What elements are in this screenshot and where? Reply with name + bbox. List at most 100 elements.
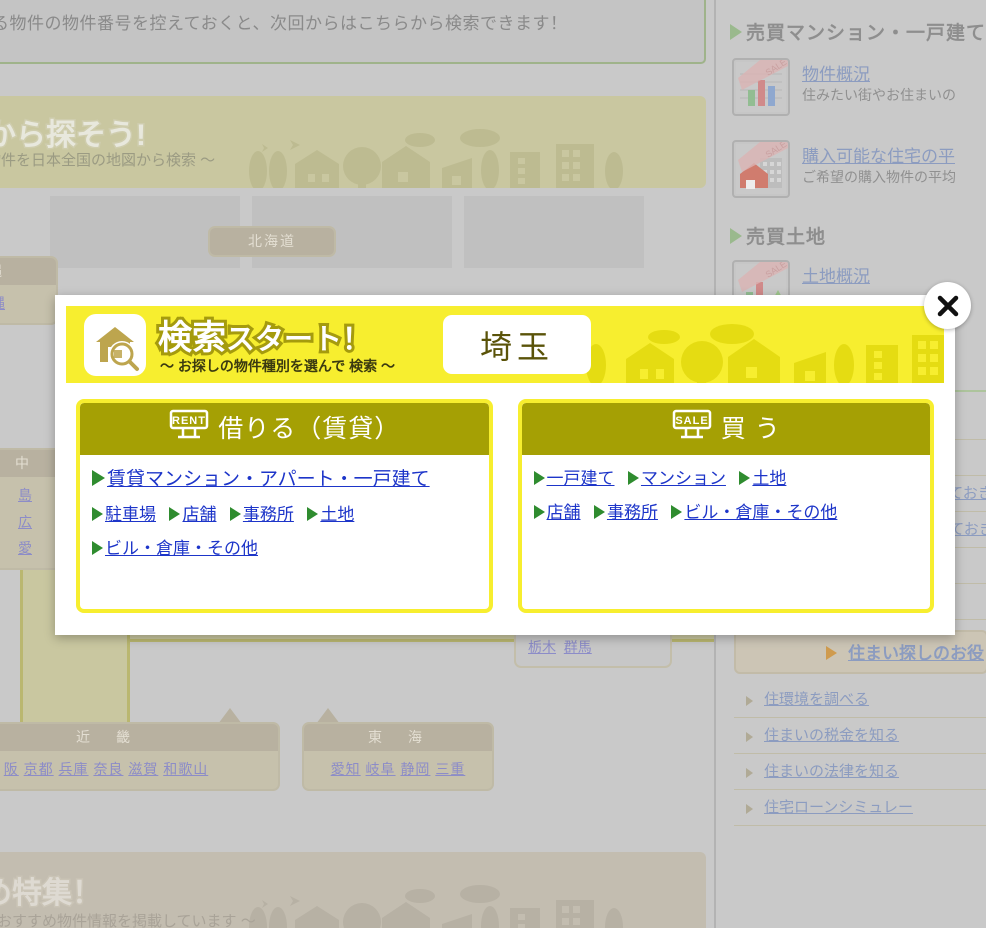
map-region-kinki-links[interactable]: 阪 京都 兵庫 奈良 滋賀 和歌山 <box>0 751 278 789</box>
panel-rent-row-0: 賃貸マンション・アパート・一戸建て <box>92 464 483 491</box>
rent-sign-icon: RENT <box>168 405 210 457</box>
map-link-tochigi[interactable]: 栃木 <box>528 639 556 655</box>
modal-header: 検索スタート！ ～ お探しの物件種別を選んで 検索 ～ 埼玉 <box>66 306 944 383</box>
page-root: 号で探す る物件の物件番号を控えておくと、次回からはこちらから検索できます！ <box>0 0 986 928</box>
sidebar-link-bukken-gaikyo[interactable]: 物件概況 <box>802 60 870 85</box>
background-map-banner: から探そう! 物件を日本全国の地図から検索 ～ <box>0 96 706 188</box>
search-start-modal: 検索スタート！ ～ お探しの物件種別を選んで 検索 ～ 埼玉 RENT 借りる（… <box>55 282 971 635</box>
green-triangle-5-icon <box>307 507 319 521</box>
buy-link-tochi[interactable]: 土地 <box>752 464 786 489</box>
bar-chart-glyph-icon: SALE <box>736 60 788 112</box>
sidebar-link-zeikin[interactable]: 住まいの税金を知る <box>764 727 899 744</box>
bullet-arrow-3-icon <box>746 696 753 706</box>
sidebar-link-loan[interactable]: 住宅ローンシミュレー <box>764 799 913 816</box>
panel-buy-heading: SALE 買 う <box>521 403 930 455</box>
map-link-shiga[interactable]: 滋賀 <box>128 761 158 777</box>
sidebar-guide-row-7[interactable]: 住まいの税金を知る <box>734 718 986 754</box>
modal-title-tail: スタート！ <box>223 321 374 359</box>
modal-title-main: 検索 <box>155 316 229 360</box>
map-link-mie[interactable]: 三重 <box>435 761 465 777</box>
map-region-tokai-links[interactable]: 愛知 岐阜 静岡 三重 <box>304 751 492 789</box>
sidebar-pill-sumai-sagashi[interactable]: 住まい探しのお役 <box>734 630 986 674</box>
rent-link-jimusho[interactable]: 事務所 <box>243 500 294 525</box>
background-notice-link[interactable]: 号で探す <box>0 0 60 3</box>
buy-link-biru-souko-sonota[interactable]: ビル・倉庫・その他 <box>684 498 837 523</box>
triangle-marker-2-icon <box>730 228 742 244</box>
sidebar-desc-kounyu-kanou: ご希望の購入物件の平均 <box>802 169 956 185</box>
panel-buy-heading-text: 買 う <box>720 415 781 443</box>
close-icon <box>937 295 958 316</box>
rent-sign-glyph-icon: RENT <box>169 409 209 439</box>
sale-sign-glyph-icon: SALE <box>672 409 712 439</box>
panel-rent-heading: RENT 借りる（賃貸） <box>80 403 489 455</box>
green-triangle-icon <box>92 470 105 486</box>
buy-link-jimusho[interactable]: 事務所 <box>607 498 658 523</box>
sidebar-guide-row-9[interactable]: 住宅ローンシミュレー <box>734 790 986 826</box>
sidebar-guide-row-6[interactable]: 住環境を調べる <box>734 682 986 718</box>
map-link-osaka[interactable]: 阪 <box>4 761 19 777</box>
map-link-wakayama[interactable]: 和歌山 <box>163 761 208 777</box>
green-triangle-8-icon <box>627 471 639 485</box>
pill-arrow-icon <box>826 646 837 660</box>
map-region-okinawa-head: 縄 <box>0 258 56 285</box>
map-link-hiroshima[interactable]: 広 <box>18 514 32 530</box>
panel-buy: SALE 買 う 一戸建て マンション 土地 店舗 事務所 ビル・倉庫・その他 <box>517 399 934 613</box>
map-link-ehime[interactable]: 愛 <box>18 540 32 556</box>
bar-chart-sale-icon: SALE <box>732 58 790 116</box>
building-glyph-icon: SALE <box>736 142 788 194</box>
sidebar-heading-sale-land: 売買土地 <box>730 222 826 249</box>
svg-text:SALE: SALE <box>675 415 708 427</box>
map-link-shimane[interactable]: 島 <box>18 487 32 503</box>
map-link-nara[interactable]: 奈良 <box>93 761 123 777</box>
modal-title: 検索スタート！ <box>155 310 374 360</box>
green-triangle-11-icon <box>593 505 605 519</box>
close-button[interactable] <box>924 282 971 329</box>
green-triangle-12-icon <box>671 505 683 519</box>
rent-link-biru-souko-sonota[interactable]: ビル・倉庫・その他 <box>105 534 258 559</box>
background-map-banner-title: から探そう! <box>0 118 148 154</box>
background-feature-banner-subtitle: のおすすめ物件情報を掲載しています ～ <box>0 913 256 928</box>
sidebar-pill-link[interactable]: 住まい探しのお役 <box>848 644 984 663</box>
panel-buy-row-0: 一戸建て マンション 土地 <box>533 464 925 489</box>
triangle-marker-icon <box>730 24 742 40</box>
map-link-okinawa[interactable]: 縄 <box>0 295 5 311</box>
modal-body: RENT 借りる（賃貸） 賃貸マンション・アパート・一戸建て 駐車場 店舗 事務… <box>66 390 944 623</box>
buy-link-mansion[interactable]: マンション <box>641 464 726 489</box>
map-link-shizuoka[interactable]: 静岡 <box>400 761 430 777</box>
sidebar-guide-row-8[interactable]: 住まいの法律を知る <box>734 754 986 790</box>
bullet-arrow-4-icon <box>746 732 753 742</box>
sidebar-link-horitsu[interactable]: 住まいの法律を知る <box>764 763 899 780</box>
green-triangle-7-icon <box>533 471 545 485</box>
map-region-hokkaido[interactable]: 北海道 <box>208 226 336 257</box>
map-region-okinawa-links[interactable]: 縄 <box>0 285 56 323</box>
sidebar-link-tochi-gaikyo[interactable]: 土地概況 <box>802 262 870 287</box>
modal-subtitle: ～ お探しの物件種別を選んで 検索 ～ <box>160 358 395 374</box>
green-triangle-3-icon <box>169 507 181 521</box>
prefecture-badge[interactable]: 埼玉 <box>443 315 591 374</box>
rent-link-parking[interactable]: 駐車場 <box>105 500 156 525</box>
map-region-tokai[interactable]: 東 海 愛知 岐阜 静岡 三重 <box>302 722 494 791</box>
panel-rent-row-2: ビル・倉庫・その他 <box>92 534 483 559</box>
building-sale-icon: SALE <box>732 140 790 198</box>
map-region-okinawa[interactable]: 縄 縄 <box>0 256 58 325</box>
panel-rent-row-1: 駐車場 店舗 事務所 土地 <box>92 500 483 525</box>
rent-link-mansion-apart-kodate[interactable]: 賃貸マンション・アパート・一戸建て <box>107 464 430 491</box>
map-link-gunma[interactable]: 群馬 <box>564 639 592 655</box>
svg-text:RENT: RENT <box>172 415 206 427</box>
map-link-aichi[interactable]: 愛知 <box>331 761 361 777</box>
map-link-gifu[interactable]: 岐阜 <box>366 761 396 777</box>
map-link-kyoto[interactable]: 京都 <box>24 761 54 777</box>
background-feature-banner-title: め特集！ <box>0 876 104 912</box>
buy-link-kodate[interactable]: 一戸建て <box>547 464 615 489</box>
background-notice-box: 号で探す る物件の物件番号を控えておくと、次回からはこちらから検索できます！ <box>0 0 706 64</box>
map-region-kinki[interactable]: 近 畿 阪 京都 兵庫 奈良 滋賀 和歌山 <box>0 722 280 791</box>
sidebar-heading-sale-mansion: 住みたい街やお住まいの売買マンション・一戸建て <box>730 18 986 45</box>
rent-link-tenpo[interactable]: 店舗 <box>182 500 216 525</box>
map-link-hyogo[interactable]: 兵庫 <box>59 761 89 777</box>
sidebar-link-jukankyo[interactable]: 住環境を調べる <box>764 691 869 708</box>
green-triangle-10-icon <box>533 505 545 519</box>
panel-buy-row-1: 店舗 事務所 ビル・倉庫・その他 <box>533 498 925 523</box>
buy-link-tenpo[interactable]: 店舗 <box>547 498 581 523</box>
sidebar-link-kounyu-kanou[interactable]: 購入可能な住宅の平 <box>802 142 955 167</box>
rent-link-tochi[interactable]: 土地 <box>320 500 354 525</box>
